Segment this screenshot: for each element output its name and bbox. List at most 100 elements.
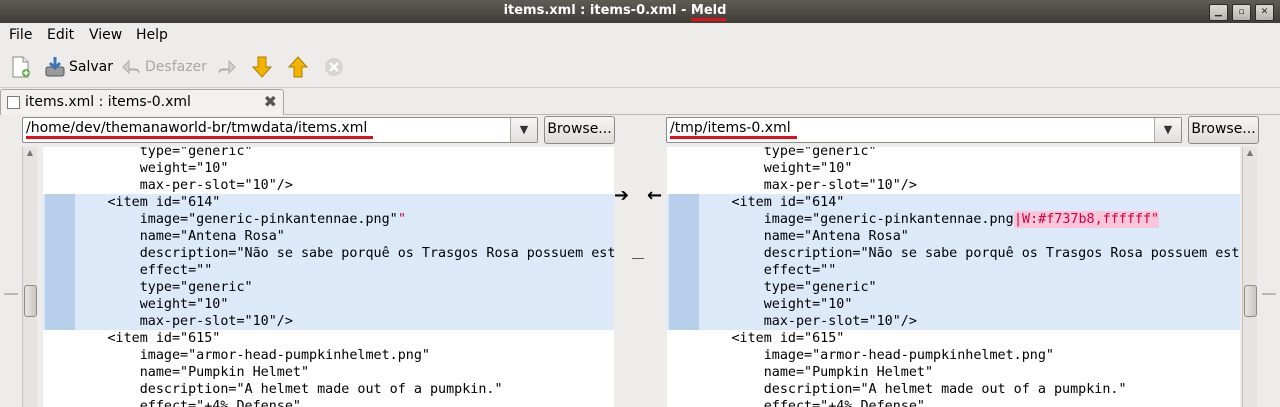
changed-line: image="generic-pinkantennae.png |W:#f737b…	[667, 211, 1240, 228]
line-text: <item id="614"	[43, 195, 221, 210]
changed-line: description="Não se sabe porquê os Trasg…	[43, 245, 614, 262]
undo-button[interactable]: Desfazer	[120, 55, 207, 79]
chevron-down-icon[interactable]: ▼	[1154, 118, 1181, 142]
close-tab-icon[interactable]: ✖	[264, 92, 277, 111]
menu-help[interactable]: Help	[136, 27, 168, 43]
changed-line: <item id="614"	[43, 194, 614, 211]
save-label: Salvar	[69, 59, 113, 75]
redo-button[interactable]	[216, 55, 238, 79]
scroll-up-icon[interactable]: ▲	[1245, 148, 1255, 158]
undo-label: Desfazer	[145, 59, 207, 75]
code-line: description="A helmet made out of a pump…	[43, 381, 614, 398]
scroll-up-icon[interactable]: ▲	[25, 148, 35, 158]
code-line: image="armor-head-pumpkinhelmet.png"	[667, 347, 1240, 364]
line-text: effect=""	[43, 263, 213, 278]
line-text: <item id="614"	[667, 195, 845, 210]
line-text: max-per-slot="10"/>	[43, 178, 293, 193]
title-bar: items.xml : items-0.xml - Meld ▁ ▫ ✕	[0, 0, 1280, 23]
line-text: weight="10"	[667, 297, 853, 312]
window-title: items.xml : items-0.xml - Meld	[0, 3, 1230, 21]
push-right-arrow-icon[interactable]: ➔	[614, 185, 629, 206]
code-line: name="Pumpkin Helmet"	[43, 364, 614, 381]
tab-label: items.xml : items-0.xml	[25, 94, 191, 110]
left-overview-mark	[4, 293, 18, 295]
tab-items-xml[interactable]: items.xml : items-0.xml ✖	[0, 89, 284, 115]
code-line: description="A helmet made out of a pump…	[667, 381, 1240, 398]
maximize-button[interactable]: ▫	[1232, 4, 1251, 21]
close-window-button[interactable]: ✕	[1255, 4, 1274, 21]
code-line: type="generic"	[43, 147, 614, 160]
changed-line: name="Antena Rosa"	[667, 228, 1240, 245]
changed-line: name="Antena Rosa"	[43, 228, 614, 245]
right-overview-mark	[1262, 293, 1276, 295]
previous-change-button[interactable]	[287, 55, 309, 79]
toolbar: Salvar Desfazer	[0, 47, 1280, 88]
line-text: description="A helmet made out of a pump…	[667, 382, 1127, 397]
right-text-pane[interactable]: type="generic" weight="10" max-per-slot=…	[667, 147, 1240, 407]
right-scrollbar[interactable]: ▲	[1242, 147, 1257, 407]
stop-button[interactable]	[323, 55, 345, 79]
code-line: weight="10"	[43, 160, 614, 177]
code-line: effect="+4% Defense"	[43, 398, 614, 407]
save-button[interactable]: Salvar	[44, 55, 113, 79]
code-line: effect="+4% Defense"	[667, 398, 1240, 407]
changed-line: type="generic"	[667, 279, 1240, 296]
inserted-quote: "	[398, 212, 407, 227]
link-map: ➔ ← __	[614, 147, 667, 407]
code-line: max-per-slot="10"/>	[667, 177, 1240, 194]
menu-edit[interactable]: Edit	[47, 27, 74, 43]
line-text: description="A helmet made out of a pump…	[43, 382, 503, 397]
code-line: max-per-slot="10"/>	[43, 177, 614, 194]
right-file-bar: /tmp/items-0.xml ▼ Browse...	[640, 116, 1280, 144]
line-text: weight="10"	[43, 161, 229, 176]
line-text: name="Pumpkin Helmet"	[667, 365, 934, 380]
scroll-thumb[interactable]	[24, 285, 37, 317]
line-text: max-per-slot="10"/>	[667, 178, 917, 193]
changed-line: max-per-slot="10"/>	[667, 313, 1240, 330]
menu-view[interactable]: View	[89, 27, 122, 43]
redo-icon	[218, 59, 236, 75]
changed-line: effect=""	[43, 262, 614, 279]
code-line: name="Pumpkin Helmet"	[667, 364, 1240, 381]
tab-document-icon	[7, 96, 20, 109]
change-placeholder: __	[632, 245, 644, 259]
right-browse-button[interactable]: Browse...	[1188, 116, 1259, 144]
line-text: image="armor-head-pumpkinhelmet.png"	[667, 348, 1054, 363]
left-scrollbar[interactable]: ▲	[22, 147, 37, 407]
left-path[interactable]: /home/dev/themanaworld-br/tmwdata/items.…	[26, 120, 374, 139]
new-comparison-button[interactable]	[10, 55, 32, 79]
line-text: max-per-slot="10"/>	[667, 314, 917, 329]
push-left-arrow-icon[interactable]: ←	[647, 185, 662, 206]
left-browse-button[interactable]: Browse...	[544, 116, 615, 144]
arrow-down-icon	[251, 56, 273, 78]
line-text: type="generic"	[667, 280, 877, 295]
left-path-combo[interactable]: /home/dev/themanaworld-br/tmwdata/items.…	[22, 117, 538, 143]
line-text: name="Antena Rosa"	[43, 229, 285, 244]
scroll-thumb[interactable]	[1244, 285, 1257, 317]
left-file-bar: /home/dev/themanaworld-br/tmwdata/items.…	[0, 116, 640, 144]
right-path[interactable]: /tmp/items-0.xml	[670, 120, 797, 139]
code-line: weight="10"	[667, 160, 1240, 177]
left-text-pane[interactable]: type="generic" weight="10" max-per-slot=…	[43, 147, 614, 407]
code-line: image="armor-head-pumpkinhelmet.png"	[43, 347, 614, 364]
changed-line: <item id="614"	[667, 194, 1240, 211]
chevron-down-icon[interactable]: ▼	[510, 118, 537, 142]
line-text: description="Não se sabe porquê os Trasg…	[763, 246, 1240, 261]
changed-line: description="Não se sabe porquê os Trasg…	[667, 245, 1240, 262]
line-text: <item id="615"	[667, 331, 845, 346]
line-text: image="generic-pinkantennae.png"	[43, 212, 398, 227]
code-line: <item id="615"	[667, 330, 1240, 347]
right-path-combo[interactable]: /tmp/items-0.xml ▼	[666, 117, 1182, 143]
line-text: image="generic-pinkantennae.png	[667, 212, 1014, 227]
minimize-button[interactable]: ▁	[1209, 4, 1228, 21]
line-text: image="armor-head-pumpkinhelmet.png"	[43, 348, 430, 363]
line-text: <item id="615"	[43, 331, 221, 346]
arrow-up-icon	[287, 56, 309, 78]
menu-file[interactable]: File	[9, 27, 32, 43]
changed-line: type="generic"	[43, 279, 614, 296]
changed-line: weight="10"	[667, 296, 1240, 313]
next-change-button[interactable]	[251, 55, 273, 79]
changed-line: max-per-slot="10"/>	[43, 313, 614, 330]
line-text: weight="10"	[667, 161, 853, 176]
line-text: weight="10"	[43, 297, 229, 312]
